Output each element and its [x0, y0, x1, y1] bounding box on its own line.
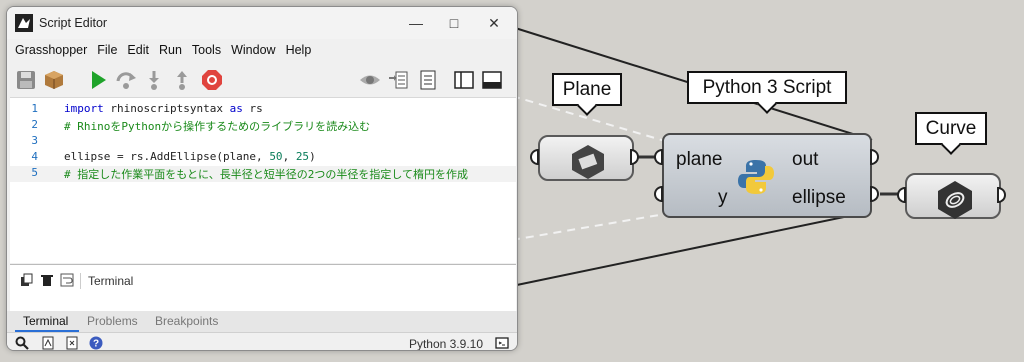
curve-icon: [938, 181, 972, 219]
code-token: ): [309, 150, 316, 163]
code-line[interactable]: 5 # 指定した作業平面をもとに、長半径と短半径の2つの半径を指定して楕円を作成: [10, 166, 516, 182]
status-bar: ? Python 3.9.10: [7, 332, 517, 351]
minimize-button[interactable]: —: [403, 13, 429, 33]
menu-bar: Grasshopper File Edit Run Tools Window Help: [7, 39, 517, 61]
search-icon[interactable]: [15, 336, 29, 350]
python-input-plane-port[interactable]: [654, 149, 663, 165]
code-text: import rhinoscriptsyntax as rs: [64, 102, 263, 115]
output-out-label: out: [792, 149, 819, 170]
title-bar[interactable]: Script Editor — □ ✕: [7, 7, 517, 39]
tab-problems[interactable]: Problems: [87, 314, 138, 328]
code-token: as: [229, 102, 243, 115]
code-token: ellipse = rs.AddEllipse(plane,: [64, 150, 270, 163]
code-line[interactable]: 4 ellipse = rs.AddEllipse(plane, 50, 25): [10, 150, 516, 166]
split-horizontal-icon[interactable]: [481, 69, 503, 91]
code-token: # RhinoをPythonから操作するためのライブラリを読み込む: [64, 120, 371, 133]
package-icon[interactable]: [43, 69, 65, 91]
menu-help[interactable]: Help: [286, 39, 312, 61]
step-out-icon[interactable]: [171, 69, 193, 91]
code-token: ,: [282, 150, 296, 163]
step-into-icon[interactable]: [143, 69, 165, 91]
plane-icon: [572, 145, 604, 179]
tab-terminal[interactable]: Terminal: [23, 314, 68, 328]
close-button[interactable]: ✕: [481, 13, 507, 33]
plane-param-input-port[interactable]: [530, 149, 539, 165]
code-line[interactable]: 2 # RhinoをPythonから操作するためのライブラリを読み込む: [10, 118, 516, 134]
maximize-button[interactable]: □: [441, 13, 467, 33]
python-bubble: Python 3 Script: [687, 71, 847, 104]
bottom-tabs: Terminal Problems Breakpoints: [7, 311, 517, 332]
code-token: 25: [295, 150, 310, 163]
python-input-y-port[interactable]: [654, 186, 663, 202]
script-editor-window: Script Editor — □ ✕ Grasshopper File Edit R…: [6, 6, 518, 351]
menu-run[interactable]: Run: [159, 39, 182, 61]
tab-breakpoints[interactable]: Breakpoints: [155, 314, 218, 328]
toolbar: [7, 61, 517, 97]
line-number: 3: [31, 134, 38, 147]
input-y-label: y: [718, 187, 728, 208]
run-icon[interactable]: [87, 69, 109, 91]
code-text: # 指定した作業平面をもとに、長半径と短半径の2つの半径を指定して楕円を作成: [64, 166, 468, 182]
output-ellipse-label: ellipse: [792, 187, 846, 208]
code-token: 50: [269, 150, 283, 163]
menu-window[interactable]: Window: [231, 39, 275, 61]
menu-file[interactable]: File: [97, 39, 117, 61]
trash-icon[interactable]: [40, 273, 54, 287]
menu-grasshopper[interactable]: Grasshopper: [15, 39, 87, 61]
grasshopper-app-icon: [15, 14, 33, 32]
terminal-panel[interactable]: Terminal: [10, 264, 516, 313]
window-title: Script Editor: [39, 16, 108, 30]
eye-icon[interactable]: [359, 69, 381, 91]
svg-text:?: ?: [93, 339, 99, 350]
menu-tools[interactable]: Tools: [192, 39, 221, 61]
input-plane-label: plane: [676, 149, 723, 170]
code-editor[interactable]: 1 import rhinoscriptsyntax as rs 2 # Rhinoを…: [10, 97, 516, 263]
script-file-icon[interactable]: [65, 336, 79, 350]
code-line[interactable]: 1 import rhinoscriptsyntax as rs: [10, 102, 516, 118]
terminal-label: Terminal: [88, 274, 134, 288]
code-text: # RhinoをPythonから操作するためのライブラリを読み込む: [64, 118, 370, 134]
stop-icon[interactable]: [201, 69, 223, 91]
code-line[interactable]: 3: [10, 134, 516, 150]
code-token: rhinoscriptsyntax: [103, 102, 230, 115]
menu-edit[interactable]: Edit: [127, 39, 149, 61]
code-token: # 指定した作業平面をもとに、長半径と短半径の2つの半径を指定して楕円を作成: [64, 168, 468, 181]
code-text: ellipse = rs.AddEllipse(plane, 50, 25): [64, 150, 316, 163]
line-number: 4: [31, 150, 38, 163]
file-icon[interactable]: [41, 336, 55, 350]
help-icon[interactable]: ?: [89, 336, 103, 350]
split-vertical-icon[interactable]: [453, 69, 475, 91]
line-number: 1: [31, 102, 38, 115]
curve-bubble: Curve: [915, 112, 987, 145]
curve-param-input-port[interactable]: [897, 187, 906, 203]
plane-bubble: Plane: [552, 73, 622, 106]
document-icon[interactable]: [417, 69, 439, 91]
compare-icon[interactable]: [387, 69, 409, 91]
wrap-text-icon[interactable]: [60, 273, 74, 287]
python-logo-icon: [738, 160, 774, 194]
code-token: import: [64, 102, 104, 115]
line-number: 2: [31, 118, 38, 131]
code-token: rs: [242, 102, 263, 115]
python-version: Python 3.9.10: [408, 337, 483, 351]
panel-toggle-icon[interactable]: [495, 336, 509, 350]
line-number: 5: [31, 166, 38, 179]
curve-param[interactable]: [905, 173, 1001, 219]
terminal-divider: [80, 273, 81, 289]
plane-param[interactable]: [538, 135, 634, 181]
python3-script-component[interactable]: plane y out ellipse: [662, 133, 872, 218]
copy-icon[interactable]: [20, 273, 34, 287]
step-over-icon[interactable]: [115, 69, 137, 91]
save-icon[interactable]: [15, 69, 37, 91]
